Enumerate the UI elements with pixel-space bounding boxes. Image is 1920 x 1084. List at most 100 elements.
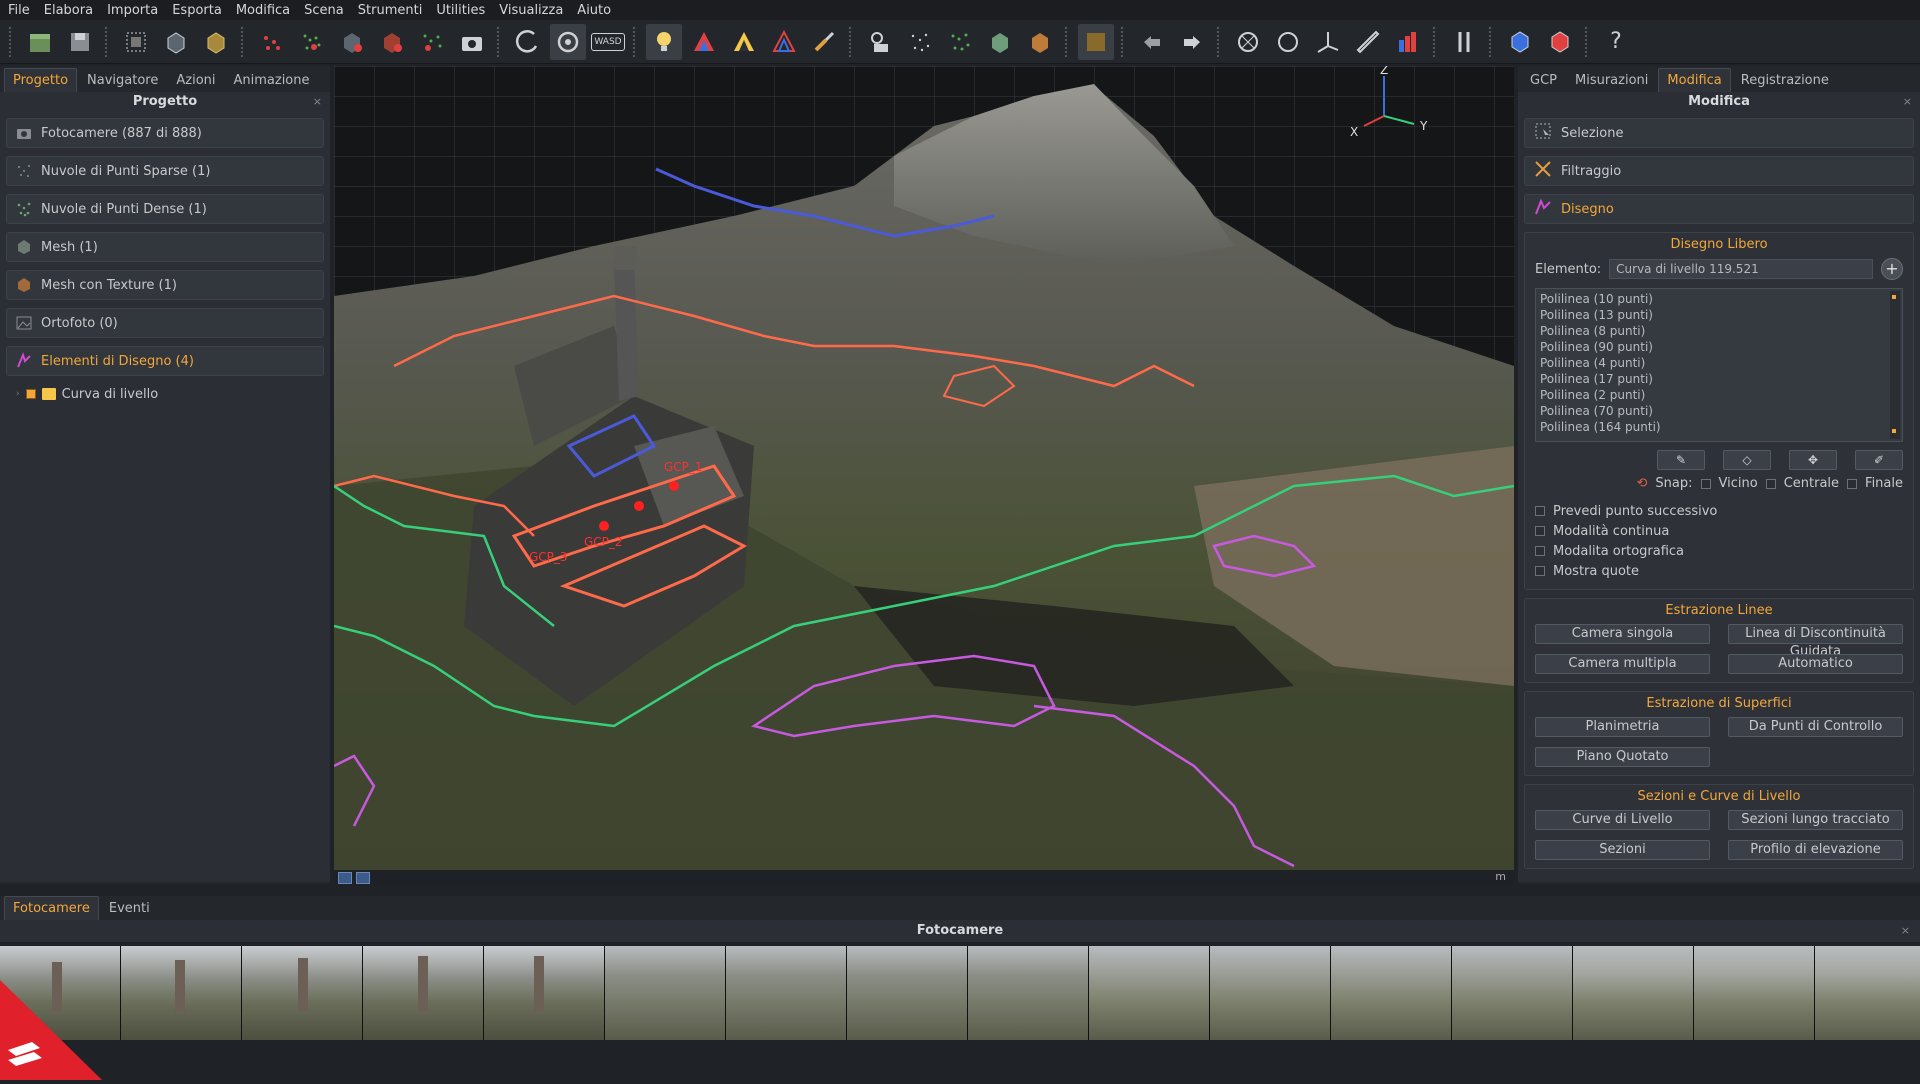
- move-axis-icon[interactable]: [1310, 24, 1346, 60]
- section-filtraggio[interactable]: Filtraggio: [1524, 156, 1914, 186]
- viewport-scene[interactable]: GCP_3 GCP_2 GCP_1 Z X Y: [334, 66, 1514, 870]
- close-icon[interactable]: ×: [1901, 920, 1910, 942]
- menu-elabora[interactable]: Elabora: [44, 3, 93, 18]
- camera-thumbnail[interactable]: [1089, 946, 1209, 1040]
- close-icon[interactable]: ×: [313, 92, 322, 112]
- menu-utilities[interactable]: Utilities: [436, 3, 485, 18]
- dense-points-icon[interactable]: [942, 24, 978, 60]
- camera-thumbnail[interactable]: [726, 946, 846, 1040]
- contour-lines-button[interactable]: Curve di Livello: [1535, 810, 1710, 830]
- option-checkbox[interactable]: [1535, 566, 1545, 576]
- camera-multipla-button[interactable]: Camera multipla: [1535, 654, 1710, 674]
- polyline-list[interactable]: Polilinea (10 punti) Polilinea (13 punti…: [1535, 288, 1903, 442]
- section-disegno[interactable]: Disegno: [1524, 194, 1914, 224]
- rgb-triangle-icon[interactable]: [686, 24, 722, 60]
- sections-button[interactable]: Sezioni: [1535, 840, 1710, 860]
- project-item-mesh[interactable]: Mesh (1): [6, 232, 324, 262]
- camera-thumbnail[interactable]: [1694, 946, 1814, 1040]
- view-mode-button[interactable]: [356, 872, 370, 884]
- menu-strumenti[interactable]: Strumenti: [358, 3, 423, 18]
- camera-settings-icon[interactable]: [862, 24, 898, 60]
- option-row[interactable]: Modalita ortografica: [1535, 541, 1903, 561]
- control-points-button[interactable]: Da Punti di Controllo: [1728, 717, 1903, 737]
- wire-triangle-icon[interactable]: [766, 24, 802, 60]
- camera-singola-button[interactable]: Camera singola: [1535, 624, 1710, 644]
- gcp-marker[interactable]: [669, 481, 679, 491]
- ruler-icon[interactable]: [1350, 24, 1386, 60]
- tab-azioni[interactable]: Azioni: [168, 69, 223, 92]
- menu-aiuto[interactable]: Aiuto: [577, 3, 611, 18]
- option-row[interactable]: Modalità continua: [1535, 521, 1903, 541]
- help-icon[interactable]: ?: [1598, 24, 1634, 60]
- planimetria-button[interactable]: Planimetria: [1535, 717, 1710, 737]
- close-icon[interactable]: ×: [1903, 92, 1912, 112]
- orbit-active-icon[interactable]: [550, 23, 586, 60]
- option-row[interactable]: Prevedi punto successivo: [1535, 501, 1903, 521]
- path-sections-button[interactable]: Sezioni lungo tracciato: [1728, 810, 1903, 830]
- orthophoto-icon[interactable]: [1078, 23, 1114, 60]
- tab-misurazioni[interactable]: Misurazioni: [1567, 69, 1656, 92]
- list-item[interactable]: Polilinea (2 punti): [1540, 387, 1898, 403]
- yellow-triangle-icon[interactable]: [726, 24, 762, 60]
- list-item[interactable]: Polilinea (10 punti): [1540, 291, 1898, 307]
- bounding-box-icon[interactable]: [158, 24, 194, 60]
- project-item-dense-clouds[interactable]: Nuvole di Punti Dense (1): [6, 194, 324, 224]
- project-item-cameras[interactable]: Fotocamere (887 di 888): [6, 118, 324, 148]
- camera-thumbnail[interactable]: [1573, 946, 1693, 1040]
- tab-fotocamere[interactable]: Fotocamere: [4, 896, 99, 920]
- list-item[interactable]: Polilinea (70 punti): [1540, 403, 1898, 419]
- add-element-icon[interactable]: +: [1881, 258, 1903, 280]
- red-cube-icon[interactable]: [1542, 24, 1578, 60]
- element-select[interactable]: Curva di livello 119.521: [1609, 259, 1873, 279]
- pencil-icon[interactable]: ✎: [1657, 450, 1705, 470]
- brush-icon[interactable]: [806, 24, 842, 60]
- save-icon[interactable]: [62, 24, 98, 60]
- undo-icon[interactable]: [1134, 24, 1170, 60]
- textured-mesh-red-icon[interactable]: [374, 24, 410, 60]
- tree-item-contour[interactable]: › Curva di livello: [6, 384, 324, 404]
- list-item[interactable]: Polilinea (8 punti): [1540, 323, 1898, 339]
- camera-thumbnail[interactable]: [605, 946, 725, 1040]
- sparse-points-icon[interactable]: [902, 24, 938, 60]
- option-row[interactable]: Mostra quote: [1535, 561, 1903, 581]
- camera-thumbnail[interactable]: [1815, 946, 1920, 1040]
- list-item[interactable]: Polilinea (90 punti): [1540, 339, 1898, 355]
- menu-modifica[interactable]: Modifica: [236, 3, 290, 18]
- camera-thumbnail[interactable]: [242, 946, 362, 1040]
- transform-icon[interactable]: [1230, 24, 1266, 60]
- lightbulb-icon[interactable]: [646, 23, 682, 60]
- menu-scena[interactable]: Scena: [304, 3, 344, 18]
- option-checkbox[interactable]: [1535, 546, 1545, 556]
- camera-thumbnail[interactable]: [121, 946, 241, 1040]
- view-mode-button[interactable]: [338, 872, 352, 884]
- camera-thumbnail[interactable]: [1210, 946, 1330, 1040]
- textured-box-icon[interactable]: [198, 24, 234, 60]
- tree-expand-icon[interactable]: ›: [16, 389, 20, 399]
- visibility-checkbox[interactable]: [25, 389, 36, 399]
- elevation-profile-button[interactable]: Profilo di elevazione: [1728, 840, 1903, 860]
- project-item-orthophoto[interactable]: Ortofoto (0): [6, 308, 324, 338]
- piano-quotato-button[interactable]: Piano Quotato: [1535, 747, 1710, 767]
- tab-eventi[interactable]: Eventi: [101, 897, 158, 920]
- chart-icon[interactable]: [1390, 24, 1426, 60]
- list-item[interactable]: Polilinea (13 punti): [1540, 307, 1898, 323]
- tab-progetto[interactable]: Progetto: [4, 68, 78, 92]
- list-item[interactable]: Polilinea (4 punti): [1540, 355, 1898, 371]
- menu-visualizza[interactable]: Visualizza: [499, 3, 563, 18]
- eraser-icon[interactable]: ◇: [1723, 450, 1771, 470]
- camera-thumbnail[interactable]: [363, 946, 483, 1040]
- menu-importa[interactable]: Importa: [107, 3, 158, 18]
- sparse-cloud-red-icon[interactable]: [254, 24, 290, 60]
- snap-checkbox-finale[interactable]: [1847, 478, 1858, 489]
- tab-animazione[interactable]: Animazione: [226, 69, 318, 92]
- rotate-icon[interactable]: [1270, 24, 1306, 60]
- blue-cube-icon[interactable]: [1502, 24, 1538, 60]
- list-scrollbar[interactable]: [1890, 291, 1900, 439]
- tab-registrazione[interactable]: Registrazione: [1733, 69, 1837, 92]
- tools-icon[interactable]: [1446, 24, 1482, 60]
- project-item-sparse-clouds[interactable]: Nuvole di Punti Sparse (1): [6, 156, 324, 186]
- mesh-icon[interactable]: [982, 24, 1018, 60]
- option-checkbox[interactable]: [1535, 506, 1545, 516]
- camera-thumbnail[interactable]: [1452, 946, 1572, 1040]
- cloud-filter-icon[interactable]: [414, 24, 450, 60]
